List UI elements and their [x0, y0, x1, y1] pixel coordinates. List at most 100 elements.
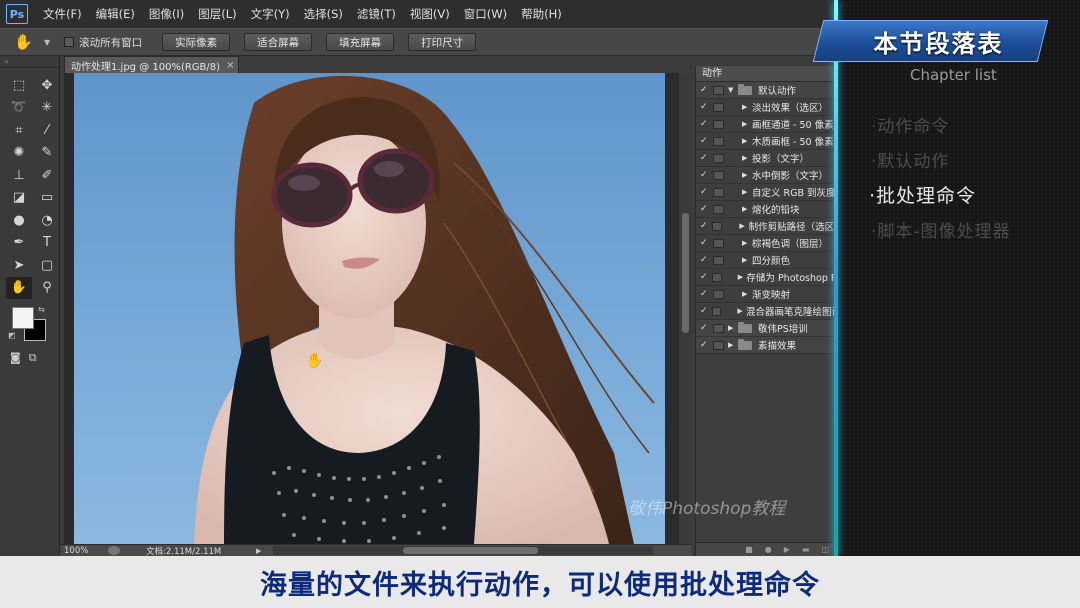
- check-icon[interactable]: ✓: [696, 272, 709, 282]
- folder-icon[interactable]: ▬: [802, 545, 810, 554]
- default-colors-icon[interactable]: ◩: [8, 331, 16, 340]
- action-row[interactable]: ✓ ▶ 木质画框 - 50 像素: [696, 133, 836, 150]
- dialog-toggle-icon[interactable]: [713, 238, 724, 248]
- chevron-down-icon[interactable]: ▼: [44, 38, 50, 47]
- chevron-right-icon[interactable]: ▶: [737, 307, 746, 315]
- panel-grip-icon[interactable]: »: [0, 56, 59, 68]
- action-row[interactable]: ✓ ▶ 四分颜色: [696, 252, 836, 269]
- action-row[interactable]: ✓ ▶ 自定义 RGB 到灰度: [696, 184, 836, 201]
- shape-tool-icon[interactable]: ▢: [34, 254, 60, 277]
- action-set-row[interactable]: ✓ ▼ 默认动作: [696, 82, 836, 99]
- dialog-toggle-icon[interactable]: [713, 170, 724, 180]
- dialog-toggle-icon[interactable]: [713, 323, 724, 333]
- play-icon[interactable]: ▶: [256, 547, 261, 555]
- hand-tool-preset-icon[interactable]: ✋: [14, 31, 44, 53]
- close-icon[interactable]: ×: [226, 60, 234, 71]
- chevron-right-icon[interactable]: ▶: [728, 324, 738, 332]
- menu-file[interactable]: 文件(F): [36, 6, 89, 22]
- action-set-row[interactable]: ✓ ▶ 素描效果: [696, 337, 836, 354]
- check-icon[interactable]: ✓: [696, 238, 710, 248]
- eraser-tool-icon[interactable]: ◪: [6, 187, 32, 210]
- print-size-button[interactable]: 打印尺寸: [408, 33, 477, 51]
- check-icon[interactable]: ✓: [696, 323, 710, 333]
- dialog-toggle-icon[interactable]: [711, 306, 722, 316]
- screen-mode-icon[interactable]: ⧉: [29, 351, 37, 365]
- marquee-tool-icon[interactable]: ⬚: [6, 74, 32, 97]
- dialog-toggle-icon[interactable]: [711, 272, 722, 282]
- path-selection-tool-icon[interactable]: ➤: [6, 254, 32, 277]
- action-row[interactable]: ✓ ▶ 熔化的铅块: [696, 201, 836, 218]
- actions-panel-tab[interactable]: 动作: [696, 66, 836, 82]
- check-icon[interactable]: ✓: [696, 255, 710, 265]
- pen-tool-icon[interactable]: ✒: [6, 232, 32, 255]
- quick-mask-icon[interactable]: ◙: [10, 351, 21, 365]
- swap-colors-icon[interactable]: ⇆: [38, 305, 45, 314]
- chevron-right-icon[interactable]: ▶: [742, 154, 752, 162]
- type-tool-icon[interactable]: T: [34, 232, 60, 255]
- action-row[interactable]: ✓ ▶ 渐变映射: [696, 286, 836, 303]
- check-icon[interactable]: ✓: [696, 289, 710, 299]
- chevron-right-icon[interactable]: ▶: [742, 205, 752, 213]
- dialog-toggle-icon[interactable]: [713, 119, 724, 129]
- chevron-down-icon[interactable]: ▼: [728, 86, 738, 94]
- fit-screen-button[interactable]: 适合屏幕: [244, 33, 313, 51]
- play-icon[interactable]: ▶: [784, 545, 790, 554]
- menu-window[interactable]: 窗口(W): [457, 6, 514, 22]
- chevron-right-icon[interactable]: ▶: [742, 256, 752, 264]
- record-icon[interactable]: ●: [765, 545, 772, 554]
- action-row[interactable]: ✓ ▶ 投影（文字）: [696, 150, 836, 167]
- move-tool-icon[interactable]: ✥: [34, 74, 60, 97]
- dialog-toggle-icon[interactable]: [713, 187, 724, 197]
- menu-view[interactable]: 视图(V): [403, 6, 457, 22]
- history-brush-tool-icon[interactable]: ✐: [34, 164, 60, 187]
- chevron-right-icon[interactable]: ▶: [742, 103, 752, 111]
- chevron-right-icon[interactable]: ▶: [742, 120, 752, 128]
- check-icon[interactable]: ✓: [696, 102, 710, 112]
- menu-layer[interactable]: 图层(L): [191, 6, 243, 22]
- scroll-all-windows-checkbox[interactable]: [64, 37, 75, 47]
- chevron-right-icon[interactable]: ▶: [742, 171, 752, 179]
- action-row[interactable]: ✓ ▶ 淡出效果（选区）: [696, 99, 836, 116]
- horizontal-scrollbar-thumb[interactable]: [403, 547, 539, 554]
- check-icon[interactable]: ✓: [696, 153, 710, 163]
- blur-tool-icon[interactable]: ●: [6, 209, 32, 232]
- chevron-right-icon[interactable]: ▶: [742, 137, 752, 145]
- hand-tool-icon[interactable]: ✋: [6, 276, 32, 299]
- new-action-icon[interactable]: ◫: [821, 545, 829, 554]
- check-icon[interactable]: ✓: [696, 187, 710, 197]
- zoom-tool-icon[interactable]: ⚲: [34, 277, 60, 300]
- document-tab[interactable]: 动作处理1.jpg @ 100%(RGB/8) ×: [64, 56, 239, 73]
- dialog-toggle-icon[interactable]: [713, 153, 724, 163]
- actual-pixels-button[interactable]: 实际像素: [162, 33, 231, 51]
- dialog-toggle-icon[interactable]: [712, 221, 723, 231]
- action-row[interactable]: ✓ ▶混合器画笔克隆绘图设置: [696, 303, 836, 320]
- horizontal-scrollbar[interactable]: [273, 546, 654, 555]
- check-icon[interactable]: ✓: [696, 170, 710, 180]
- foreground-color-swatch[interactable]: [12, 307, 34, 329]
- healing-brush-tool-icon[interactable]: ✺: [6, 142, 32, 165]
- zoom-level[interactable]: 100%: [60, 546, 96, 556]
- stop-icon[interactable]: ■: [745, 545, 753, 554]
- brush-tool-icon[interactable]: ✎: [34, 142, 60, 165]
- vertical-scrollbar-thumb[interactable]: [682, 213, 689, 333]
- crop-tool-icon[interactable]: ⌗: [6, 119, 32, 142]
- menu-type[interactable]: 文字(Y): [244, 6, 297, 22]
- chevron-right-icon[interactable]: ▶: [738, 273, 747, 281]
- dialog-toggle-icon[interactable]: [713, 102, 724, 112]
- chevron-right-icon[interactable]: ▶: [728, 341, 738, 349]
- chevron-right-icon[interactable]: ▶: [742, 239, 752, 247]
- check-icon[interactable]: ✓: [696, 306, 709, 316]
- action-set-row[interactable]: ✓ ▶ 敬伟PS培训: [696, 320, 836, 337]
- menu-image[interactable]: 图像(I): [142, 6, 191, 22]
- dialog-toggle-icon[interactable]: [713, 85, 724, 95]
- clone-stamp-tool-icon[interactable]: ⊥: [6, 164, 32, 187]
- document-canvas[interactable]: ✋: [74, 73, 665, 544]
- magic-wand-tool-icon[interactable]: ✳: [34, 97, 60, 120]
- menu-filter[interactable]: 滤镜(T): [350, 6, 403, 22]
- gradient-tool-icon[interactable]: ▭: [34, 187, 60, 210]
- check-icon[interactable]: ✓: [696, 221, 709, 231]
- dodge-tool-icon[interactable]: ◔: [34, 209, 60, 232]
- dialog-toggle-icon[interactable]: [713, 289, 724, 299]
- action-row[interactable]: ✓ ▶ 画框通道 - 50 像素: [696, 116, 836, 133]
- dialog-toggle-icon[interactable]: [713, 204, 724, 214]
